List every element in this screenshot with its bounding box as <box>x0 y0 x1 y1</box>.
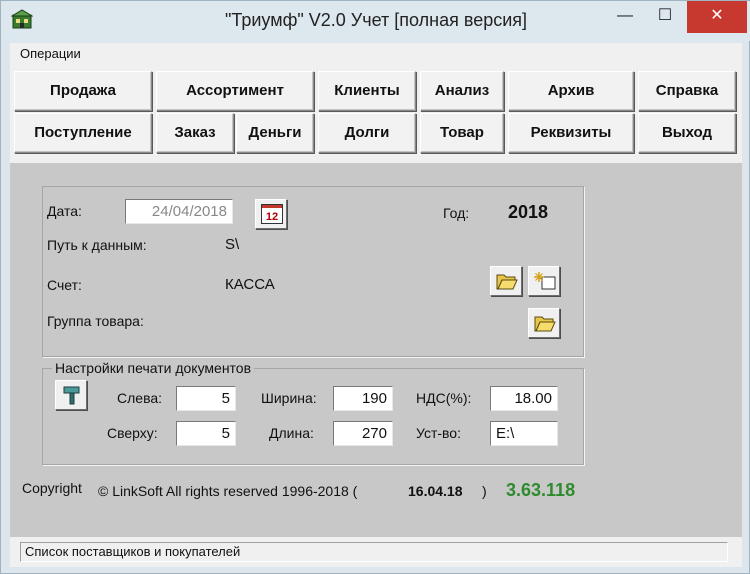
version-number: 3.63.118 <box>506 480 576 500</box>
debts-button[interactable]: Долги <box>318 113 416 153</box>
account-value: КАССА <box>225 276 275 293</box>
vat-field[interactable]: 18.00 <box>490 386 558 411</box>
assortment-button[interactable]: Ассортимент <box>156 71 314 111</box>
sales-button[interactable]: Продажа <box>14 71 152 111</box>
maximize-button[interactable]: ☐ <box>645 1 685 33</box>
width-label: Ширина: <box>261 390 317 406</box>
clients-button[interactable]: Клиенты <box>318 71 416 111</box>
print-settings-title: Настройки печати документов <box>52 360 255 376</box>
top-margin-field[interactable]: 5 <box>176 421 236 446</box>
width-field[interactable]: 190 <box>333 386 393 411</box>
menu-bar: Операции <box>10 43 742 65</box>
hammer-icon <box>63 386 80 405</box>
analysis-button[interactable]: Анализ <box>420 71 504 111</box>
left-margin-label: Слева: <box>117 390 163 406</box>
device-label: Уст-во: <box>416 425 461 441</box>
new-item-icon <box>534 272 556 290</box>
top-margin-label: Сверху: <box>107 425 158 441</box>
open-account-button[interactable] <box>490 266 522 296</box>
company-text: © LinkSoft All rights reserved 1996-2018… <box>98 483 358 499</box>
status-text: Список поставщиков и покупателей <box>20 542 728 562</box>
year-value: 2018 <box>508 202 549 222</box>
folder-open-icon <box>496 274 518 290</box>
archive-button[interactable]: Архив <box>508 71 634 111</box>
close-button[interactable]: ✕ <box>687 1 747 33</box>
print-settings-group: Настройки печати документов Слева: 5 Све… <box>42 360 584 465</box>
toolbar: Продажа Ассортимент Клиенты Анализ Архив… <box>10 65 742 163</box>
receipt-button[interactable]: Поступление <box>14 113 152 153</box>
main-panel: Дата: 24/04/2018 12 Год: 2018 Путь к дан… <box>10 163 742 537</box>
app-window: "Триумф" V2.0 Учет [полная версия] — ☐ ✕… <box>0 0 750 574</box>
title-bar: "Триумф" V2.0 Учет [полная версия] — ☐ ✕ <box>1 1 750 41</box>
open-product-group-button[interactable] <box>528 308 560 338</box>
goods-button[interactable]: Товар <box>420 113 504 153</box>
new-account-button[interactable] <box>528 266 560 296</box>
date-label: Дата: <box>47 203 82 219</box>
help-button[interactable]: Справка <box>638 71 736 111</box>
info-group: Дата: 24/04/2018 12 Год: 2018 Путь к дан… <box>42 186 584 357</box>
vat-label: НДС(%): <box>416 390 472 406</box>
data-path-label: Путь к данным: <box>47 237 147 253</box>
account-label: Счет: <box>47 277 82 293</box>
copyright-label: Copyright <box>22 480 82 496</box>
date-field[interactable]: 24/04/2018 <box>125 199 233 224</box>
length-label: Длина: <box>269 425 314 441</box>
money-button[interactable]: Деньги <box>236 113 314 153</box>
folder-open-icon <box>534 316 556 332</box>
year-label: Год: <box>443 205 470 221</box>
build-date-close: ) <box>482 483 487 499</box>
device-field[interactable]: E:\ <box>490 421 558 446</box>
data-path-value: S\ <box>225 236 240 253</box>
minimize-button[interactable]: — <box>605 1 645 33</box>
requisites-button[interactable]: Реквизиты <box>508 113 634 153</box>
left-margin-field[interactable]: 5 <box>176 386 236 411</box>
print-setup-button[interactable] <box>55 380 87 410</box>
menu-operations[interactable]: Операции <box>20 46 81 61</box>
order-button[interactable]: Заказ <box>156 113 234 153</box>
calendar-button[interactable]: 12 <box>255 199 287 229</box>
calendar-icon: 12 <box>261 204 283 224</box>
calendar-digits: 12 <box>266 211 278 223</box>
status-bar: Список поставщиков и покупателей <box>10 537 742 567</box>
build-date: 16.04.18 <box>408 483 463 499</box>
product-group-label: Группа товара: <box>47 313 144 329</box>
length-field[interactable]: 270 <box>333 421 393 446</box>
exit-button[interactable]: Выход <box>638 113 736 153</box>
